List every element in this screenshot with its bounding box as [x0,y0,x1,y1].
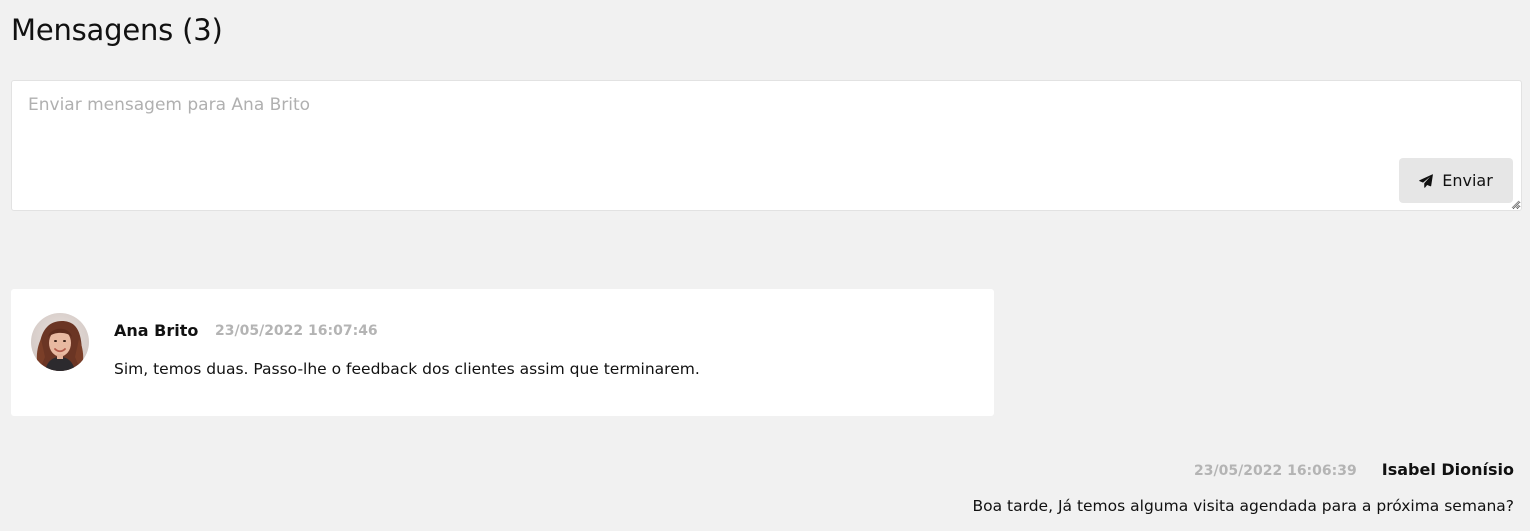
paper-plane-icon [1419,173,1434,188]
send-button[interactable]: Enviar [1399,158,1513,203]
message-timestamp: 23/05/2022 16:07:46 [215,323,378,339]
message-meta: 23/05/2022 16:06:39 Isabel Dionísio [973,460,1514,479]
message-outgoing: 23/05/2022 16:06:39 Isabel Dionísio Boa … [973,460,1515,515]
message-author: Ana Brito [114,321,199,340]
message-card: Ana Brito 23/05/2022 16:07:46 Sim, temos… [11,289,994,416]
messages-page: Mensagens (3) Enviar mensagem para Ana B… [0,0,1530,531]
message-text: Boa tarde, Já temos alguma visita agenda… [972,497,1515,515]
message-timestamp: 23/05/2022 16:06:39 [1194,463,1357,479]
resize-grip-icon[interactable] [1511,200,1520,209]
message-author: Isabel Dionísio [1381,460,1514,479]
compose-box: Enviar [11,80,1522,211]
message-text: Sim, temos duas. Passo-lhe o feedback do… [114,360,700,378]
avatar [31,313,89,371]
message-input[interactable] [12,81,1521,210]
page-title: Mensagens (3) [11,13,223,47]
send-button-label: Enviar [1442,171,1493,190]
